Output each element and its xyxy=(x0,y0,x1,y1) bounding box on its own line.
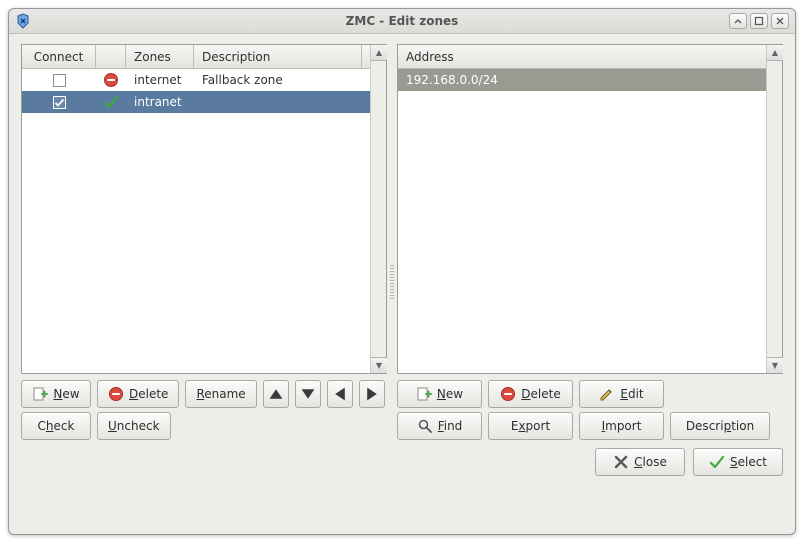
close-icon xyxy=(613,454,629,470)
uncheck-button[interactable]: Uncheck xyxy=(97,412,171,440)
find-button[interactable]: Find xyxy=(397,412,482,440)
description-button[interactable]: Description xyxy=(670,412,770,440)
btn-label: ew xyxy=(62,387,79,401)
col-header-status[interactable] xyxy=(96,45,126,69)
new-icon xyxy=(416,386,432,402)
zone-row[interactable]: internet Fallback zone xyxy=(22,69,370,91)
export-button[interactable]: Export xyxy=(488,412,573,440)
triangle-right-icon xyxy=(364,386,380,402)
triangle-down-icon xyxy=(300,386,316,402)
move-right-button[interactable] xyxy=(359,380,385,408)
titlebar[interactable]: ZMC - Edit zones xyxy=(9,9,795,34)
delete-icon xyxy=(500,386,516,402)
ok-icon xyxy=(709,454,725,470)
zones-buttons: New Delete Rename xyxy=(21,374,387,440)
col-header-zones[interactable]: Zones xyxy=(126,45,194,69)
scroll-down-icon[interactable]: ▼ xyxy=(371,357,387,373)
address-buttons: New Delete Edit xyxy=(397,374,783,440)
address-table: Address 192.168.0.0/24 ▲ ▼ xyxy=(397,44,783,374)
zones-rows: internet Fallback zone xyxy=(22,69,370,113)
zone-name: intranet xyxy=(126,95,194,109)
zones-table: Connect Zones Description xyxy=(21,44,387,374)
move-left-button[interactable] xyxy=(327,380,353,408)
window: ZMC - Edit zones Connect xyxy=(8,8,796,535)
move-up-button[interactable] xyxy=(263,380,289,408)
panes: Connect Zones Description xyxy=(21,44,783,522)
dialog-footer: Close Select xyxy=(397,448,783,476)
edit-icon xyxy=(599,386,615,402)
address-row[interactable]: 192.168.0.0/24 xyxy=(398,69,766,91)
connect-checkbox-cell xyxy=(22,74,96,87)
close-window-button[interactable] xyxy=(771,13,789,29)
minimize-button[interactable] xyxy=(729,13,747,29)
status-cell xyxy=(96,94,126,110)
zone-name: internet xyxy=(126,73,194,87)
window-buttons xyxy=(729,13,789,29)
delete-zone-button[interactable]: Delete xyxy=(97,380,179,408)
window-title: ZMC - Edit zones xyxy=(9,14,795,28)
address-pane: Address 192.168.0.0/24 ▲ ▼ xyxy=(397,44,783,522)
connect-checkbox-cell xyxy=(22,96,96,109)
zones-pane: Connect Zones Description xyxy=(21,44,387,522)
select-button[interactable]: Select xyxy=(693,448,783,476)
ok-icon xyxy=(103,94,119,110)
triangle-left-icon xyxy=(332,386,348,402)
col-header-description[interactable]: Description xyxy=(194,45,362,69)
address-rows: 192.168.0.0/24 xyxy=(398,69,766,91)
error-icon xyxy=(103,72,119,88)
scroll-up-icon[interactable]: ▲ xyxy=(767,45,783,61)
delete-icon xyxy=(108,386,124,402)
zone-row[interactable]: intranet xyxy=(22,91,370,113)
check-button[interactable]: Check xyxy=(21,412,91,440)
status-cell xyxy=(96,72,126,88)
address-value: 192.168.0.0/24 xyxy=(398,73,766,87)
zones-scrollbar[interactable]: ▲ ▼ xyxy=(370,45,386,373)
app-icon xyxy=(15,13,31,29)
new-zone-button[interactable]: New xyxy=(21,380,91,408)
zones-table-headers: Connect Zones Description xyxy=(22,45,370,69)
close-button[interactable]: Close xyxy=(595,448,685,476)
search-icon xyxy=(417,418,433,434)
content: Connect Zones Description xyxy=(9,34,795,534)
col-header-spacer xyxy=(362,45,370,69)
scroll-down-icon[interactable]: ▼ xyxy=(767,357,783,373)
pane-splitter[interactable] xyxy=(387,44,397,522)
zone-description: Fallback zone xyxy=(194,73,370,87)
move-down-button[interactable] xyxy=(295,380,321,408)
address-table-headers: Address xyxy=(398,45,766,69)
col-header-address[interactable]: Address xyxy=(398,45,766,69)
new-icon xyxy=(32,386,48,402)
col-header-connect[interactable]: Connect xyxy=(22,45,96,69)
edit-address-button[interactable]: Edit xyxy=(579,380,664,408)
maximize-button[interactable] xyxy=(750,13,768,29)
address-scrollbar[interactable]: ▲ ▼ xyxy=(766,45,782,373)
scroll-up-icon[interactable]: ▲ xyxy=(371,45,387,61)
connect-checkbox[interactable] xyxy=(53,74,66,87)
new-address-button[interactable]: New xyxy=(397,380,482,408)
triangle-up-icon xyxy=(268,386,284,402)
rename-zone-button[interactable]: Rename xyxy=(185,380,256,408)
connect-checkbox[interactable] xyxy=(53,96,66,109)
import-button[interactable]: Import xyxy=(579,412,664,440)
delete-address-button[interactable]: Delete xyxy=(488,380,573,408)
